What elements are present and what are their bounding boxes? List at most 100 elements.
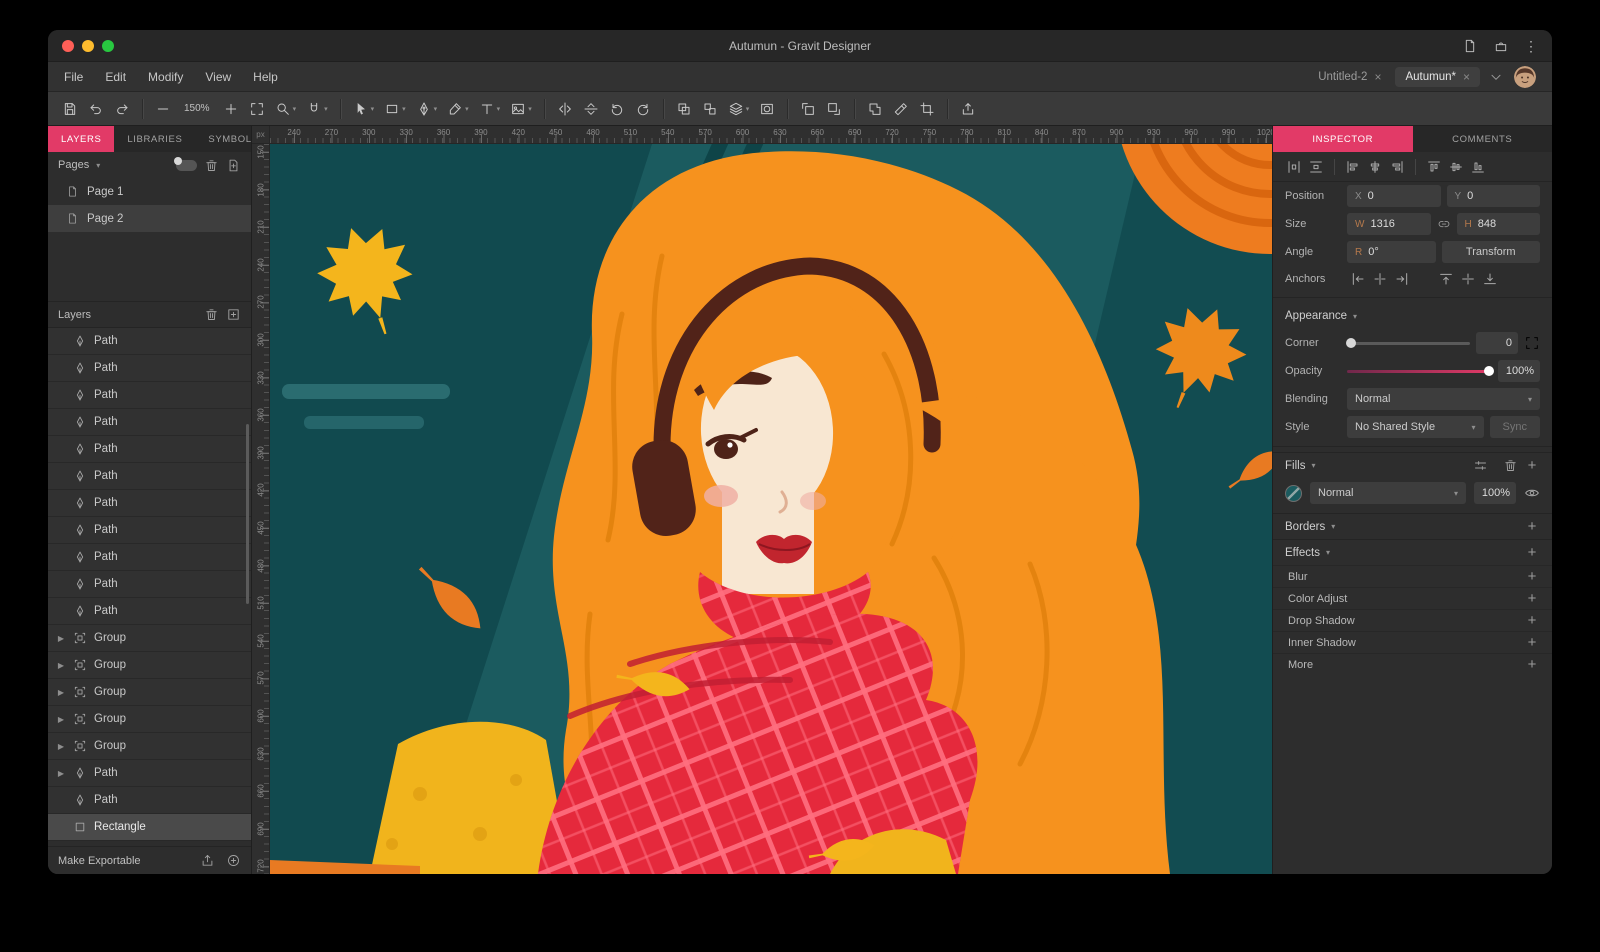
sync-button[interactable]: Sync	[1490, 416, 1540, 438]
boolean-union-button[interactable]	[863, 96, 887, 122]
arrange-button[interactable]: ▾	[724, 96, 754, 122]
fill-opacity-field[interactable]: 100%	[1474, 482, 1516, 504]
crop-button[interactable]	[915, 96, 939, 122]
layer-row-path[interactable]: Path	[48, 787, 251, 814]
layer-caret-icon[interactable]: ▶	[56, 742, 66, 751]
layer-row-path[interactable]: Path	[48, 544, 251, 571]
layer-row-path[interactable]: Path	[48, 436, 251, 463]
vertical-ruler[interactable]: 1501802102402703003303603904204504805105…	[252, 144, 270, 874]
independent-corners-icon[interactable]	[1524, 335, 1540, 351]
anchor-middle-icon[interactable]	[1460, 271, 1476, 287]
chevron-down-icon[interactable]	[1488, 69, 1504, 85]
distribute-vertical-icon[interactable]	[1308, 159, 1324, 175]
avatar[interactable]	[1514, 66, 1536, 88]
corner-slider[interactable]	[1347, 342, 1470, 345]
tab-layers[interactable]: LAYERS	[48, 126, 114, 152]
layer-row-path[interactable]: Path	[48, 328, 251, 355]
add-border-icon[interactable]: +	[1524, 519, 1540, 534]
distribute-horizontal-icon[interactable]	[1286, 159, 1302, 175]
shape-tool-button[interactable]: ▾	[380, 96, 410, 122]
zoom-fit-button[interactable]	[245, 96, 269, 122]
add-blur-icon[interactable]: +	[1524, 569, 1540, 584]
opacity-value-field[interactable]: 100%	[1498, 360, 1540, 382]
align-center-icon[interactable]	[1367, 159, 1383, 175]
add-color-adjust-icon[interactable]: +	[1524, 591, 1540, 606]
transform-button[interactable]: Transform	[1442, 241, 1541, 263]
close-tab-icon[interactable]: ×	[1463, 71, 1470, 83]
artboard[interactable]	[270, 144, 1272, 874]
pages-toggle[interactable]	[176, 160, 197, 171]
add-export-icon[interactable]	[226, 853, 241, 868]
add-inner-shadow-icon[interactable]: +	[1524, 635, 1540, 650]
menu-file[interactable]: File	[64, 70, 83, 84]
delete-page-icon[interactable]	[204, 158, 219, 173]
align-right-icon[interactable]	[1389, 159, 1405, 175]
align-left-icon[interactable]	[1345, 159, 1361, 175]
anchor-top-icon[interactable]	[1438, 271, 1454, 287]
flip-horizontal-button[interactable]	[553, 96, 577, 122]
effect-blur[interactable]: Blur+	[1273, 565, 1552, 587]
canvas-area[interactable]: px 2402703003303603904204504805105405706…	[252, 126, 1272, 874]
add-effect-icon[interactable]: +	[1524, 545, 1540, 560]
zoom-in-button[interactable]	[219, 96, 243, 122]
knife-button[interactable]	[889, 96, 913, 122]
layer-row-rectangle[interactable]: Rectangle	[48, 814, 251, 841]
add-layer-icon[interactable]	[226, 307, 241, 322]
undo-button[interactable]	[84, 96, 108, 122]
fill-visibility-icon[interactable]	[1524, 485, 1540, 501]
doc-tab-untitled-2[interactable]: Untitled-2×	[1308, 67, 1391, 87]
browser-menu-icon[interactable]: ⋮	[1524, 39, 1538, 53]
layer-caret-icon[interactable]: ▶	[56, 661, 66, 670]
page-row-page-1[interactable]: Page 1	[48, 178, 251, 205]
layer-row-path[interactable]: Path	[48, 355, 251, 382]
add-more-icon[interactable]: +	[1524, 657, 1540, 672]
fill-color-swatch[interactable]	[1285, 485, 1302, 502]
horizontal-ruler[interactable]: 2402703003303603904204504805105405706006…	[270, 126, 1272, 144]
effect-color-adjust[interactable]: Color Adjust+	[1273, 587, 1552, 609]
layer-caret-icon[interactable]: ▶	[56, 715, 66, 724]
add-drop-shadow-icon[interactable]: +	[1524, 613, 1540, 628]
redo-button[interactable]	[110, 96, 134, 122]
layer-row-path[interactable]: Path	[48, 490, 251, 517]
zoom-out-button[interactable]	[151, 96, 175, 122]
layer-row-group[interactable]: ▶Group	[48, 625, 251, 652]
anchor-right-icon[interactable]	[1394, 271, 1410, 287]
ungroup-button[interactable]	[698, 96, 722, 122]
layers-scrollbar[interactable]	[246, 424, 249, 604]
menu-view[interactable]: View	[205, 70, 231, 84]
make-exportable-bar[interactable]: Make Exportable	[48, 846, 251, 874]
rotation-field[interactable]: R 0°	[1347, 241, 1436, 263]
blending-select[interactable]: Normal▾	[1347, 388, 1540, 410]
layer-row-path[interactable]: Path	[48, 382, 251, 409]
anchor-bottom-icon[interactable]	[1482, 271, 1498, 287]
menu-edit[interactable]: Edit	[105, 70, 126, 84]
send-backward-button[interactable]	[822, 96, 846, 122]
effect-inner-shadow[interactable]: Inner Shadow+	[1273, 631, 1552, 653]
page-row-page-2[interactable]: Page 2	[48, 205, 251, 232]
opacity-slider[interactable]	[1347, 370, 1492, 373]
effects-header[interactable]: Effects▾ +	[1273, 539, 1552, 565]
add-fill-icon[interactable]: +	[1524, 458, 1540, 473]
width-field[interactable]: W 1316	[1347, 213, 1431, 235]
add-page-icon[interactable]	[226, 158, 241, 173]
select-tool-button[interactable]: ▾	[349, 96, 379, 122]
pages-caret-icon[interactable]: ▾	[96, 161, 100, 170]
anchor-center-icon[interactable]	[1372, 271, 1388, 287]
layer-row-path[interactable]: Path	[48, 571, 251, 598]
minimize-window-button[interactable]	[82, 40, 94, 52]
delete-fill-icon[interactable]	[1503, 458, 1518, 473]
tab-comments[interactable]: COMMENTS	[1413, 126, 1553, 152]
align-middle-icon[interactable]	[1448, 159, 1464, 175]
layer-row-path[interactable]: Path	[48, 598, 251, 625]
layer-row-path[interactable]: ▶Path	[48, 760, 251, 787]
mask-button[interactable]	[755, 96, 779, 122]
constrain-proportions-icon[interactable]	[1437, 216, 1451, 232]
position-y-field[interactable]: Y 0	[1447, 185, 1541, 207]
anchor-left-icon[interactable]	[1350, 271, 1366, 287]
effect-drop-shadow[interactable]: Drop Shadow+	[1273, 609, 1552, 631]
layer-row-group[interactable]: ▶Group	[48, 679, 251, 706]
delete-layer-icon[interactable]	[204, 307, 219, 322]
layer-row-path[interactable]: Path	[48, 409, 251, 436]
height-field[interactable]: H 848	[1457, 213, 1541, 235]
position-x-field[interactable]: X 0	[1347, 185, 1441, 207]
